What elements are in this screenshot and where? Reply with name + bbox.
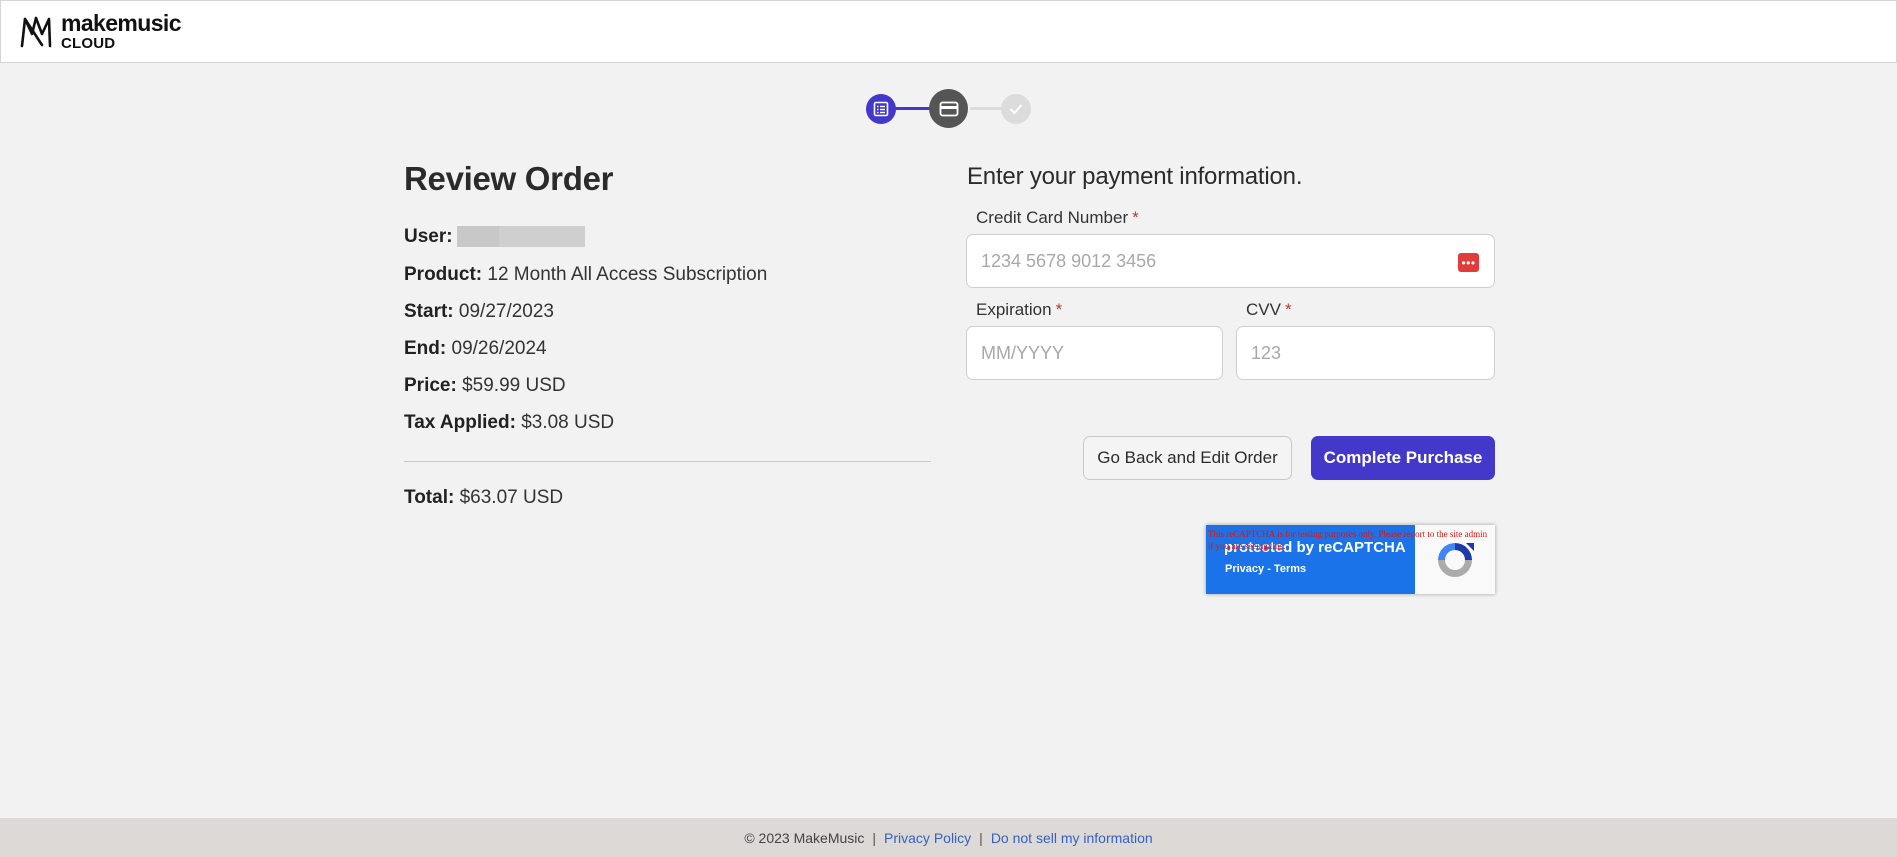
end-value: 09/26/2024 <box>451 338 547 359</box>
total-row: Total: $63.07 USD <box>404 487 563 509</box>
step-payment <box>929 89 968 128</box>
cvv-placeholder: 123 <box>1251 342 1282 363</box>
makemusic-logo[interactable]: makemusic CLOUD <box>19 10 182 52</box>
end-label: End: <box>404 338 447 359</box>
user-label: User: <box>404 226 453 247</box>
credit-card-label-text: Credit Card Number <box>976 208 1129 227</box>
start-row: Start: 09/27/2023 <box>404 301 554 323</box>
total-value: $63.07 USD <box>459 487 564 508</box>
start-label: Start: <box>404 301 454 322</box>
cvv-label-text: CVV <box>1246 300 1281 319</box>
price-value: $59.99 USD <box>462 375 566 396</box>
check-icon <box>1010 104 1022 114</box>
payment-title: Enter your payment information. <box>967 163 1303 190</box>
logo-subtitle: CLOUD <box>61 35 116 52</box>
step-confirmation <box>1001 94 1031 124</box>
credit-card-label: Credit Card Number * <box>976 208 1139 228</box>
logo-wordmark: makemusic <box>61 10 182 36</box>
site-footer: © 2023 MakeMusic | Privacy Policy | Do n… <box>0 818 1897 857</box>
start-value: 09/27/2023 <box>458 301 554 322</box>
review-order-title: Review Order <box>404 160 614 197</box>
tax-label: Tax Applied: <box>404 412 516 433</box>
summary-divider <box>404 461 931 462</box>
total-label: Total: <box>404 487 455 508</box>
product-label: Product: <box>404 264 483 285</box>
product-row: Product: 12 Month All Access Subscriptio… <box>404 264 767 286</box>
expiration-label-text: Expiration <box>976 300 1052 319</box>
tax-value: $3.08 USD <box>521 412 615 433</box>
product-value: 12 Month All Access Subscription <box>487 264 768 285</box>
price-row: Price: $59.99 USD <box>404 375 566 397</box>
credit-card-icon <box>939 101 958 116</box>
tax-row: Tax Applied: $3.08 USD <box>404 412 614 434</box>
review-order-panel: Review Order User: Product: 12 Month All… <box>404 160 931 508</box>
required-mark: * <box>1284 300 1292 319</box>
cvv-input[interactable]: 123 <box>1236 326 1495 380</box>
recaptcha-badge[interactable]: protected by reCAPTCHA Privacy - Terms T… <box>1206 525 1495 594</box>
footer-separator: | <box>979 829 983 846</box>
credit-card-input[interactable]: 1234 5678 9012 3456 ••• <box>966 234 1495 288</box>
redacted-username <box>456 226 585 248</box>
checkout-stepper <box>866 89 1032 128</box>
expiration-label: Expiration * <box>976 300 1062 320</box>
complete-purchase-button[interactable]: Complete Purchase <box>1311 436 1495 480</box>
end-row: End: 09/26/2024 <box>404 338 547 360</box>
cvv-label: CVV * <box>1246 300 1292 320</box>
step-review <box>866 94 896 124</box>
card-autofill-icon[interactable]: ••• <box>1458 253 1479 272</box>
makemusic-logo-icon <box>20 16 52 47</box>
footer-separator: | <box>872 829 877 846</box>
expiration-input[interactable]: MM/YYYY <box>966 326 1223 380</box>
list-icon <box>873 101 889 117</box>
user-row: User: <box>404 226 585 248</box>
copyright-text: © 2023 MakeMusic <box>744 829 865 846</box>
expiration-placeholder: MM/YYYY <box>981 342 1065 363</box>
go-back-edit-order-button[interactable]: Go Back and Edit Order <box>1083 436 1292 480</box>
site-header: makemusic CLOUD <box>0 0 1897 63</box>
recaptcha-links[interactable]: Privacy - Terms <box>1225 563 1306 575</box>
required-mark: * <box>1055 300 1063 319</box>
price-label: Price: <box>404 375 457 396</box>
credit-card-placeholder: 1234 5678 9012 3456 <box>981 250 1157 271</box>
required-mark: * <box>1132 208 1139 227</box>
do-not-sell-link[interactable]: Do not sell my information <box>991 830 1153 846</box>
privacy-policy-link[interactable]: Privacy Policy <box>884 830 971 846</box>
recaptcha-testing-warning: This reCAPTCHA is for testing purposes o… <box>1208 529 1488 551</box>
